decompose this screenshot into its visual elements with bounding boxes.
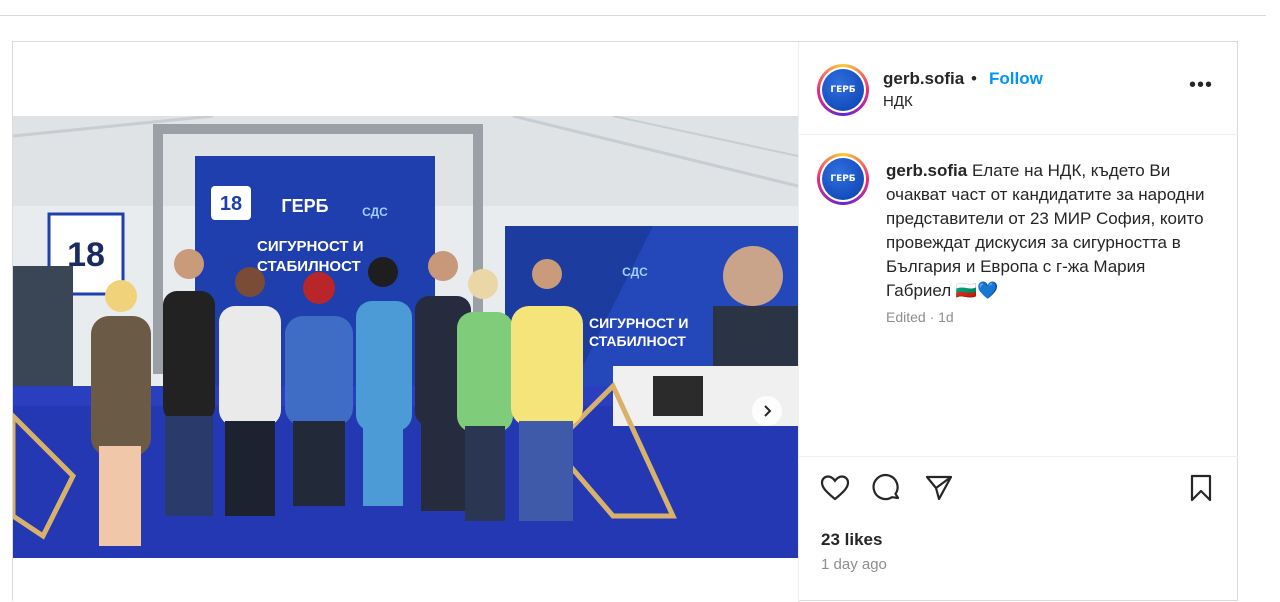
like-button[interactable] [819, 472, 851, 509]
post-header: ГЕРБ gerb.sofia • Follow НДК ••• [799, 42, 1238, 135]
share-icon [925, 475, 953, 501]
carousel-next-button[interactable] [752, 396, 782, 426]
likes-count[interactable]: 23 likes [821, 530, 882, 550]
bookmark-icon [1190, 474, 1212, 502]
save-button[interactable] [1185, 472, 1217, 509]
heart-icon [820, 475, 850, 501]
post-card: 18 ГЕРБ СДС СИГУРНОСТ И СТАБИЛНОСТ 18 СИ… [12, 41, 1238, 602]
comment-button[interactable] [871, 472, 903, 509]
header-separator: • [971, 69, 977, 88]
caption-avatar[interactable]: ГЕРБ [817, 153, 869, 205]
caption-username[interactable]: gerb.sofia [886, 161, 967, 180]
banner-party: ГЕРБ [281, 196, 328, 216]
caption-body: Елате на НДК, където Ви очакват част от … [886, 161, 1205, 300]
post-time[interactable]: 1 day ago [821, 556, 887, 573]
caption-meta: Edited · 1d [886, 309, 954, 325]
caption-section: ГЕРБ gerb.sofia Елате на НДК, където Ви … [799, 135, 1238, 457]
comment-icon [872, 473, 900, 501]
caption-avatar-logo: ГЕРБ [822, 158, 864, 200]
post-location[interactable]: НДК [883, 93, 913, 110]
header-username[interactable]: gerb.sofia [883, 69, 964, 89]
share-button[interactable] [923, 472, 955, 509]
right-banner-slogan-line2: СТАБИЛНОСТ [589, 333, 686, 349]
post-photo[interactable]: 18 ГЕРБ СДС СИГУРНОСТ И СТАБИЛНОСТ 18 СИ… [13, 116, 798, 558]
right-banner-slogan-line1: СИГУРНОСТ И [589, 315, 688, 331]
action-bar [799, 472, 1238, 512]
post-sidebar: ГЕРБ gerb.sofia • Follow НДК ••• ГЕРБ ge… [798, 42, 1238, 602]
post-media: 18 ГЕРБ СДС СИГУРНОСТ И СТАБИЛНОСТ 18 СИ… [13, 42, 798, 602]
caption: gerb.sofia Елате на НДК, където Ви очакв… [886, 159, 1206, 303]
event-photo-illustration: 18 ГЕРБ СДС СИГУРНОСТ И СТАБИЛНОСТ 18 СИ… [13, 116, 798, 558]
more-options-button[interactable]: ••• [1189, 74, 1213, 97]
banner-number: 18 [220, 193, 242, 215]
avatar[interactable]: ГЕРБ [817, 64, 869, 116]
top-bar [0, 0, 1280, 16]
banner-ally: СДС [362, 205, 388, 219]
banner-slogan-line1: СИГУРНОСТ И [257, 238, 364, 255]
avatar-logo: ГЕРБ [822, 69, 864, 111]
right-banner-ally: СДС [622, 265, 648, 279]
page-scrollbar[interactable] [1266, 0, 1280, 595]
follow-button[interactable]: Follow [989, 69, 1043, 89]
chevron-right-icon [764, 405, 772, 417]
banner-slogan-line2: СТАБИЛНОСТ [257, 258, 361, 275]
